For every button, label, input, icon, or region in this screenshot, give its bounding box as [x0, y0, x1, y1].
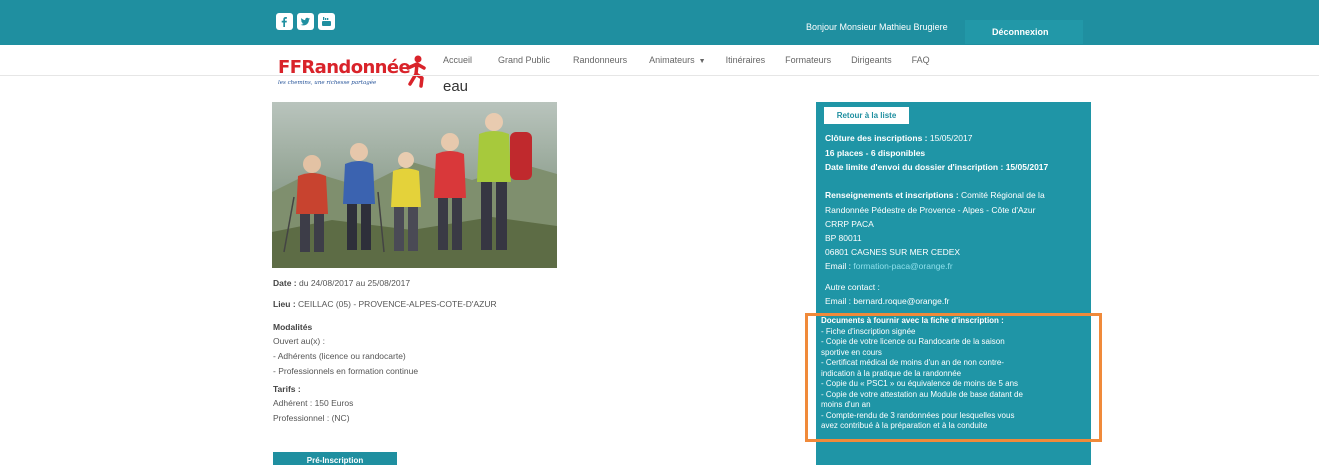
address-line: 06801 CAGNES SUR MER CEDEX [825, 247, 961, 257]
modalites-line: - Professionnels en formation continue [273, 366, 419, 376]
page-title-fragment: eau [443, 78, 469, 95]
back-to-list-button[interactable]: Retour à la liste [824, 107, 909, 124]
date-line: Date : du 24/08/2017 au 25/08/2017 [273, 278, 410, 288]
nav-divider [0, 75, 1319, 76]
autre-contact: Autre contact : [825, 282, 880, 292]
tarif-line: Adhérent : 150 Euros [273, 398, 354, 408]
date-limite-value: 15/05/2017 [1005, 162, 1049, 172]
lieu-label: Lieu : [273, 299, 296, 309]
nav-grand-public[interactable]: Grand Public [498, 55, 550, 65]
lieu-value: CEILLAC (05) - PROVENCE-ALPES-COTE-D'AZU… [298, 299, 497, 309]
nav-randonneurs[interactable]: Randonneurs [573, 55, 627, 65]
places-value: 16 places - 6 disponibles [825, 148, 926, 158]
facebook-icon[interactable] [276, 13, 293, 30]
lieu-line: Lieu : CEILLAC (05) - PROVENCE-ALPES-COT… [273, 299, 497, 309]
tarifs-title: Tarifs : [273, 384, 301, 394]
email-link[interactable]: formation-paca@orange.fr [853, 261, 952, 271]
date-value: du 24/08/2017 au 25/08/2017 [299, 278, 411, 288]
document-item: indication à la pratique de la randonnée [821, 368, 962, 378]
cloture-line: Clôture des inscriptions : 15/05/2017 [825, 133, 972, 143]
documents-title: Documents à fournir avec la fiche d'insc… [821, 316, 1004, 325]
email-line: Email : formation-paca@orange.fr [825, 261, 953, 271]
twitter-icon[interactable] [297, 13, 314, 30]
tarif-line: Professionnel : (NC) [273, 413, 350, 423]
modalites-line: Ouvert au(x) : [273, 336, 325, 346]
nav-itineraires[interactable]: Itinéraires [726, 55, 766, 65]
document-item: - Copie de votre attestation au Module d… [821, 389, 1023, 399]
renseignements-label: Renseignements et inscriptions : [825, 190, 959, 200]
autre-email: Email : bernard.roque@orange.fr [825, 296, 950, 306]
modalites-line: - Adhérents (licence ou randocarte) [273, 351, 406, 361]
places-line: 16 places - 6 disponibles [825, 148, 925, 158]
document-item: - Copie de votre licence ou Randocarte d… [821, 337, 1005, 346]
nav-dirigeants[interactable]: Dirigeants [851, 55, 892, 65]
document-item: moins d'un an [821, 400, 871, 409]
document-item: - Fiche d'inscription signée [821, 326, 916, 336]
address-line: BP 80011 [825, 233, 862, 243]
renseignements-first: Comité Régional de la [961, 190, 1045, 200]
documents-list: Documents à fournir avec la fiche d'insc… [821, 316, 1093, 432]
logo-tagline: les chemins, une richesse partagée [278, 80, 377, 86]
hikers-photo [272, 102, 557, 268]
nav-animateurs-label: Animateurs [649, 55, 695, 65]
document-item: - Copie du « PSC1 » ou équivalence de mo… [821, 379, 1019, 388]
youtube-icon[interactable] [318, 13, 335, 30]
main-nav: Accueil Grand Public Randonneurs Animate… [443, 55, 930, 65]
chevron-down-icon: ▼ [698, 58, 706, 65]
address-line: CRRP PACA [825, 219, 874, 229]
nav-formateurs[interactable]: Formateurs [785, 55, 831, 65]
social-links [276, 13, 335, 30]
address-line: Randonnée Pédestre de Provence - Alpes -… [825, 205, 1036, 215]
modalites-title: Modalités [273, 322, 313, 332]
document-item: avez contribué à la préparation et à la … [821, 421, 988, 430]
nav-faq[interactable]: FAQ [912, 55, 930, 65]
logout-button[interactable]: Déconnexion [965, 20, 1083, 44]
cloture-value: 15/05/2017 [929, 133, 973, 143]
nav-animateurs[interactable]: Animateurs ▼ [649, 55, 705, 65]
nav-accueil[interactable]: Accueil [443, 55, 472, 65]
tarifs-block: Tarifs : Adhérent : 150 Euros Profession… [273, 383, 353, 426]
user-greeting: Bonjour Monsieur Mathieu Brugiere [806, 22, 948, 32]
preinscription-button[interactable]: Pré-Inscription [273, 452, 397, 465]
email-label: Email : [825, 261, 851, 271]
cloture-label: Clôture des inscriptions : [825, 133, 928, 143]
document-item: - Certificat médical de moins d'un an de… [821, 358, 1004, 367]
document-item: sportive en cours [821, 347, 882, 357]
modalites-block: Modalités Ouvert au(x) : - Adhérents (li… [273, 321, 418, 379]
document-item: - Compte-rendu de 3 randonnées pour lesq… [821, 410, 1015, 420]
hiker-figure-icon [406, 55, 426, 88]
date-label: Date : [273, 278, 297, 288]
date-limite-label: Date limite d'envoi du dossier d'inscrip… [825, 162, 1004, 172]
top-bar: Bonjour Monsieur Mathieu Brugiere Déconn… [0, 0, 1319, 45]
date-limite-line: Date limite d'envoi du dossier d'inscrip… [825, 162, 1048, 172]
site-logo[interactable]: FFRandonnée les chemins, une richesse pa… [276, 54, 440, 94]
renseignements-line: Renseignements et inscriptions : Comité … [825, 190, 1045, 200]
